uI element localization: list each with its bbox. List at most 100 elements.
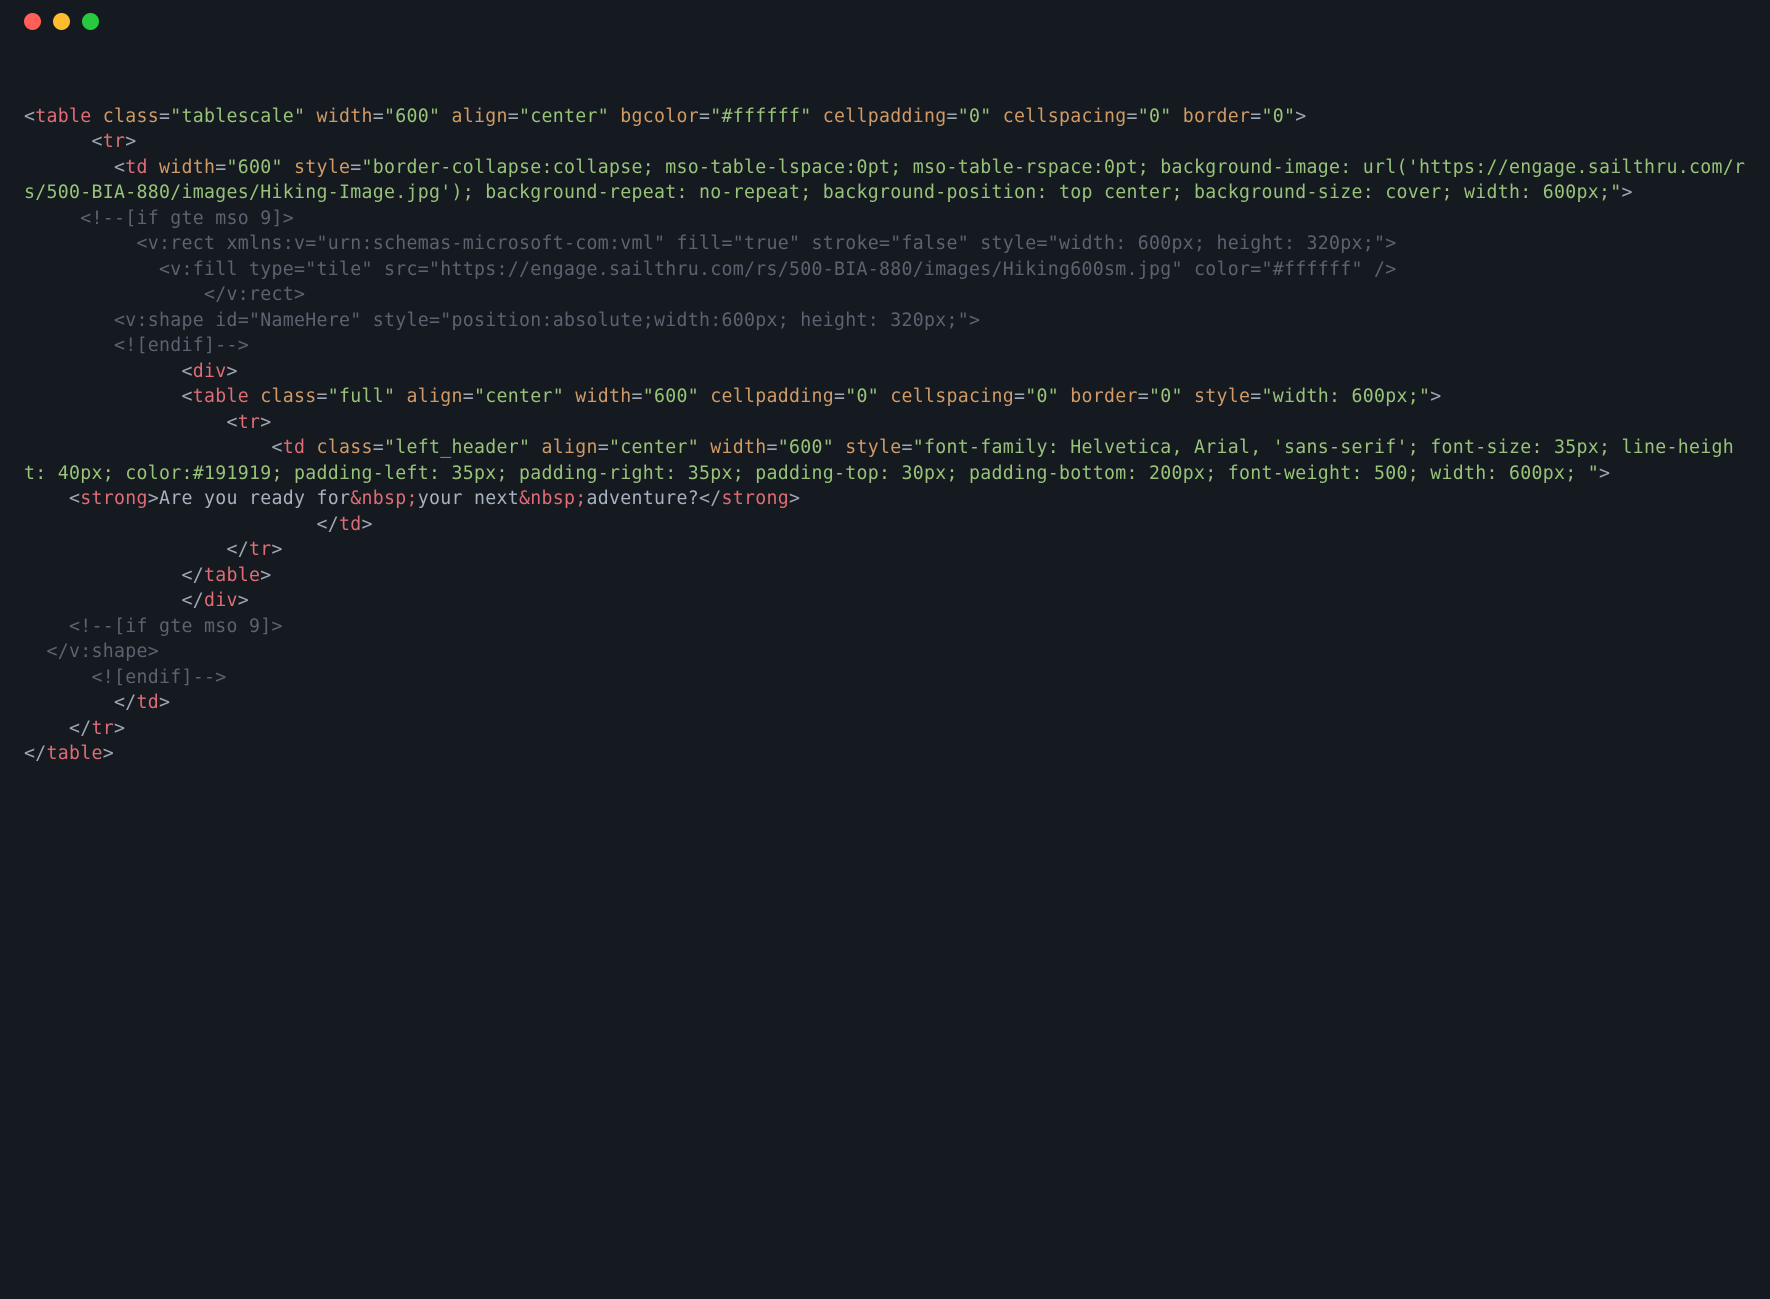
code-token: <![endif]--> bbox=[24, 335, 249, 356]
code-token bbox=[834, 437, 845, 458]
maximize-icon[interactable] bbox=[82, 13, 99, 30]
code-token: div bbox=[204, 590, 238, 611]
code-token: td bbox=[339, 514, 362, 535]
code-token: = bbox=[317, 386, 328, 407]
minimize-icon[interactable] bbox=[53, 13, 70, 30]
code-token bbox=[812, 106, 823, 127]
code-token: &nbsp; bbox=[350, 488, 418, 509]
code-token: > bbox=[159, 692, 170, 713]
code-token: </ bbox=[699, 488, 722, 509]
code-token: &nbsp; bbox=[519, 488, 587, 509]
code-line: <table class="tablescale" width="600" al… bbox=[24, 104, 1746, 129]
code-line: <table class="full" align="center" width… bbox=[24, 384, 1746, 409]
code-token: "600" bbox=[384, 106, 440, 127]
code-token: style bbox=[294, 157, 350, 178]
code-token: cellpadding bbox=[823, 106, 947, 127]
code-token bbox=[92, 106, 103, 127]
code-token: > bbox=[238, 590, 249, 611]
code-token: "width: 600px;" bbox=[1262, 386, 1431, 407]
code-line: <strong>Are you ready for&nbsp;your next… bbox=[24, 486, 1746, 511]
code-line: <div> bbox=[24, 359, 1746, 384]
code-token: > bbox=[1621, 182, 1632, 203]
code-token: </v:shape> bbox=[24, 641, 159, 662]
code-line: <td width="600" style="border-collapse:c… bbox=[24, 155, 1746, 206]
code-token bbox=[24, 692, 114, 713]
code-token: "600" bbox=[643, 386, 699, 407]
code-token: adventure? bbox=[587, 488, 700, 509]
code-token: table bbox=[35, 106, 91, 127]
code-token: = bbox=[373, 106, 384, 127]
code-token: = bbox=[902, 437, 913, 458]
code-token: "center" bbox=[519, 106, 609, 127]
code-token bbox=[24, 437, 272, 458]
code-token: = bbox=[632, 386, 643, 407]
code-token bbox=[879, 386, 890, 407]
code-token: > bbox=[114, 718, 125, 739]
code-token: = bbox=[159, 106, 170, 127]
code-area[interactable]: <table class="tablescale" width="600" al… bbox=[0, 42, 1770, 791]
code-token: align bbox=[407, 386, 463, 407]
code-token: "center" bbox=[609, 437, 699, 458]
code-token: width bbox=[317, 106, 373, 127]
code-token: > bbox=[125, 131, 136, 152]
code-token: border bbox=[1070, 386, 1138, 407]
code-line: <v:rect xmlns:v="urn:schemas-microsoft-c… bbox=[24, 231, 1746, 256]
code-token: > bbox=[1599, 463, 1610, 484]
code-token: "600" bbox=[227, 157, 283, 178]
code-token: > bbox=[1295, 106, 1306, 127]
code-token: table bbox=[47, 743, 103, 764]
code-line: <v:shape id="NameHere" style="position:a… bbox=[24, 308, 1746, 333]
code-token: div bbox=[193, 361, 227, 382]
code-token: border bbox=[1183, 106, 1251, 127]
code-token: > bbox=[103, 743, 114, 764]
code-token: = bbox=[1127, 106, 1138, 127]
code-token: <v:fill type="tile" src="https://engage.… bbox=[24, 259, 1396, 280]
code-token: < bbox=[182, 386, 193, 407]
code-token bbox=[24, 157, 114, 178]
code-token: td bbox=[125, 157, 148, 178]
code-token: td bbox=[137, 692, 160, 713]
code-token: = bbox=[767, 437, 778, 458]
code-token bbox=[305, 106, 316, 127]
code-line: </div> bbox=[24, 588, 1746, 613]
code-token: table bbox=[204, 565, 260, 586]
code-token: = bbox=[598, 437, 609, 458]
code-token: cellspacing bbox=[1003, 106, 1127, 127]
code-token bbox=[24, 616, 69, 637]
code-token: = bbox=[1138, 386, 1149, 407]
code-token: < bbox=[272, 437, 283, 458]
code-token: "0" bbox=[1138, 106, 1172, 127]
code-token: "0" bbox=[1149, 386, 1183, 407]
code-line: </v:shape> bbox=[24, 639, 1746, 664]
code-token: style bbox=[845, 437, 901, 458]
code-token bbox=[24, 386, 182, 407]
code-token: = bbox=[215, 157, 226, 178]
code-token: </ bbox=[317, 514, 340, 535]
code-token: </ bbox=[227, 539, 250, 560]
code-token: table bbox=[193, 386, 249, 407]
code-line: <tr> bbox=[24, 129, 1746, 154]
code-token bbox=[283, 157, 294, 178]
code-token bbox=[699, 437, 710, 458]
code-line: <![endif]--> bbox=[24, 333, 1746, 358]
code-token: cellspacing bbox=[890, 386, 1014, 407]
code-line: </tr> bbox=[24, 716, 1746, 741]
code-token bbox=[24, 514, 317, 535]
code-token: align bbox=[542, 437, 598, 458]
code-token bbox=[24, 539, 227, 560]
code-line: </table> bbox=[24, 563, 1746, 588]
code-token: "0" bbox=[1025, 386, 1059, 407]
code-token: bgcolor bbox=[620, 106, 699, 127]
code-token: </ bbox=[182, 590, 205, 611]
code-token: strong bbox=[80, 488, 148, 509]
close-icon[interactable] bbox=[24, 13, 41, 30]
code-token: > bbox=[789, 488, 800, 509]
code-token: class bbox=[103, 106, 159, 127]
code-token: = bbox=[350, 157, 361, 178]
code-token: < bbox=[182, 361, 193, 382]
code-token: < bbox=[114, 157, 125, 178]
code-token: "full" bbox=[328, 386, 396, 407]
code-token: = bbox=[373, 437, 384, 458]
code-line: <!--[if gte mso 9]> bbox=[24, 206, 1746, 231]
code-token: "#ffffff" bbox=[710, 106, 811, 127]
